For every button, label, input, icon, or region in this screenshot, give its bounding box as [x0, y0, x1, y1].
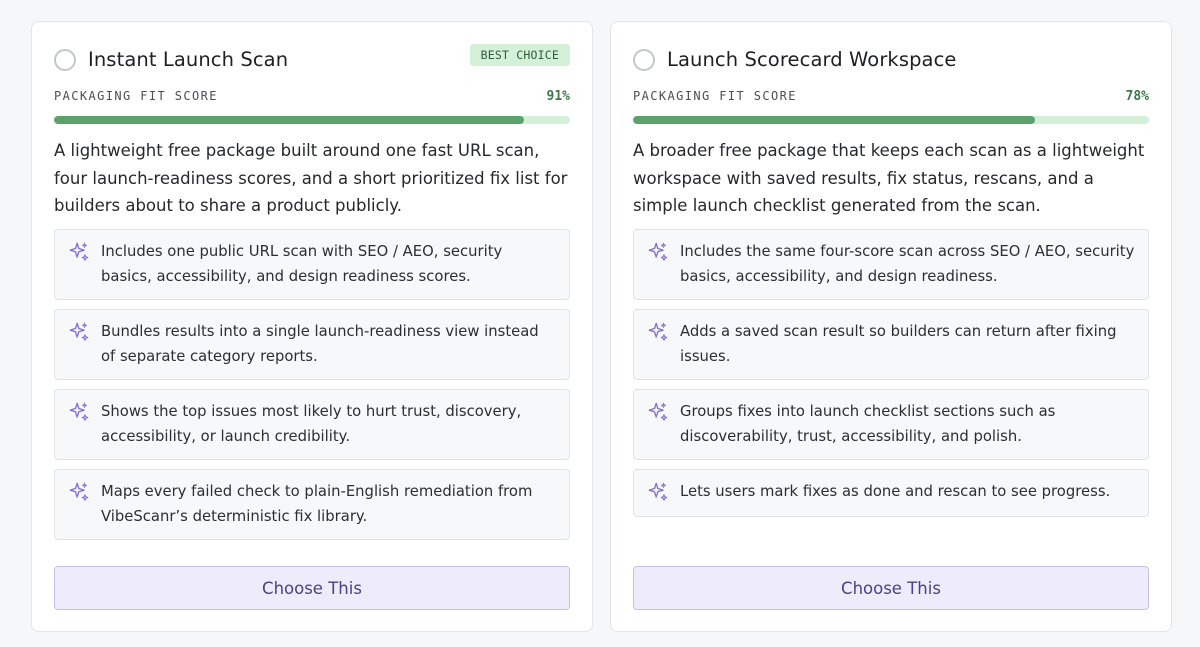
feature-item: Bundles results into a single launch-rea…: [54, 309, 570, 380]
feature-text: Shows the top issues most likely to hurt…: [101, 403, 522, 445]
feature-text: Groups fixes into launch checklist secti…: [680, 403, 1056, 445]
feature-text: Includes the same four-score scan across…: [680, 243, 1135, 285]
feature-item: Includes the same four-score scan across…: [633, 229, 1149, 300]
card-title: Instant Launch Scan: [88, 47, 289, 71]
sparkle-icon: [69, 402, 89, 421]
feature-item: Includes one public URL scan with SEO / …: [54, 229, 570, 300]
package-card-instant-launch-scan[interactable]: Instant Launch Scan BEST CHOICE PACKAGIN…: [31, 21, 593, 632]
sparkle-icon: [648, 322, 668, 341]
select-radio[interactable]: [633, 49, 655, 71]
feature-text: Adds a saved scan result so builders can…: [680, 323, 1117, 365]
feature-item: Groups fixes into launch checklist secti…: [633, 389, 1149, 460]
package-card-launch-scorecard-workspace[interactable]: Launch Scorecard Workspace PACKAGING FIT…: [610, 21, 1172, 632]
feature-item: Maps every failed check to plain-English…: [54, 469, 570, 540]
fit-score-bar: [633, 116, 1149, 124]
sparkle-icon: [648, 402, 668, 421]
sparkle-icon: [69, 242, 89, 261]
feature-item: Lets users mark fixes as done and rescan…: [633, 469, 1149, 517]
fit-score-bar-fill: [633, 116, 1036, 124]
feature-list: Includes one public URL scan with SEO / …: [54, 229, 570, 540]
sparkle-icon: [648, 242, 668, 261]
sparkle-icon: [69, 482, 89, 501]
best-choice-badge: BEST CHOICE: [469, 44, 570, 66]
feature-text: Lets users mark fixes as done and rescan…: [680, 483, 1111, 500]
feature-item: Shows the top issues most likely to hurt…: [54, 389, 570, 460]
card-header: Launch Scorecard Workspace: [633, 22, 1149, 96]
card-description: A lightweight free package built around …: [54, 141, 568, 215]
sparkle-icon: [69, 322, 89, 341]
feature-text: Includes one public URL scan with SEO / …: [101, 243, 503, 285]
choose-this-button[interactable]: Choose This: [54, 566, 570, 610]
fit-score-bar: [54, 116, 570, 124]
select-radio[interactable]: [54, 49, 76, 71]
sparkle-icon: [648, 482, 668, 501]
card-title: Launch Scorecard Workspace: [667, 47, 957, 71]
choose-this-button[interactable]: Choose This: [633, 566, 1149, 610]
card-header: Instant Launch Scan BEST CHOICE: [54, 22, 570, 96]
card-description: A broader free package that keeps each s…: [633, 141, 1145, 215]
feature-item: Adds a saved scan result so builders can…: [633, 309, 1149, 380]
fit-score-bar-fill: [54, 116, 524, 124]
feature-text: Maps every failed check to plain-English…: [101, 483, 533, 525]
feature-list: Includes the same four-score scan across…: [633, 229, 1149, 517]
feature-text: Bundles results into a single launch-rea…: [101, 323, 539, 365]
